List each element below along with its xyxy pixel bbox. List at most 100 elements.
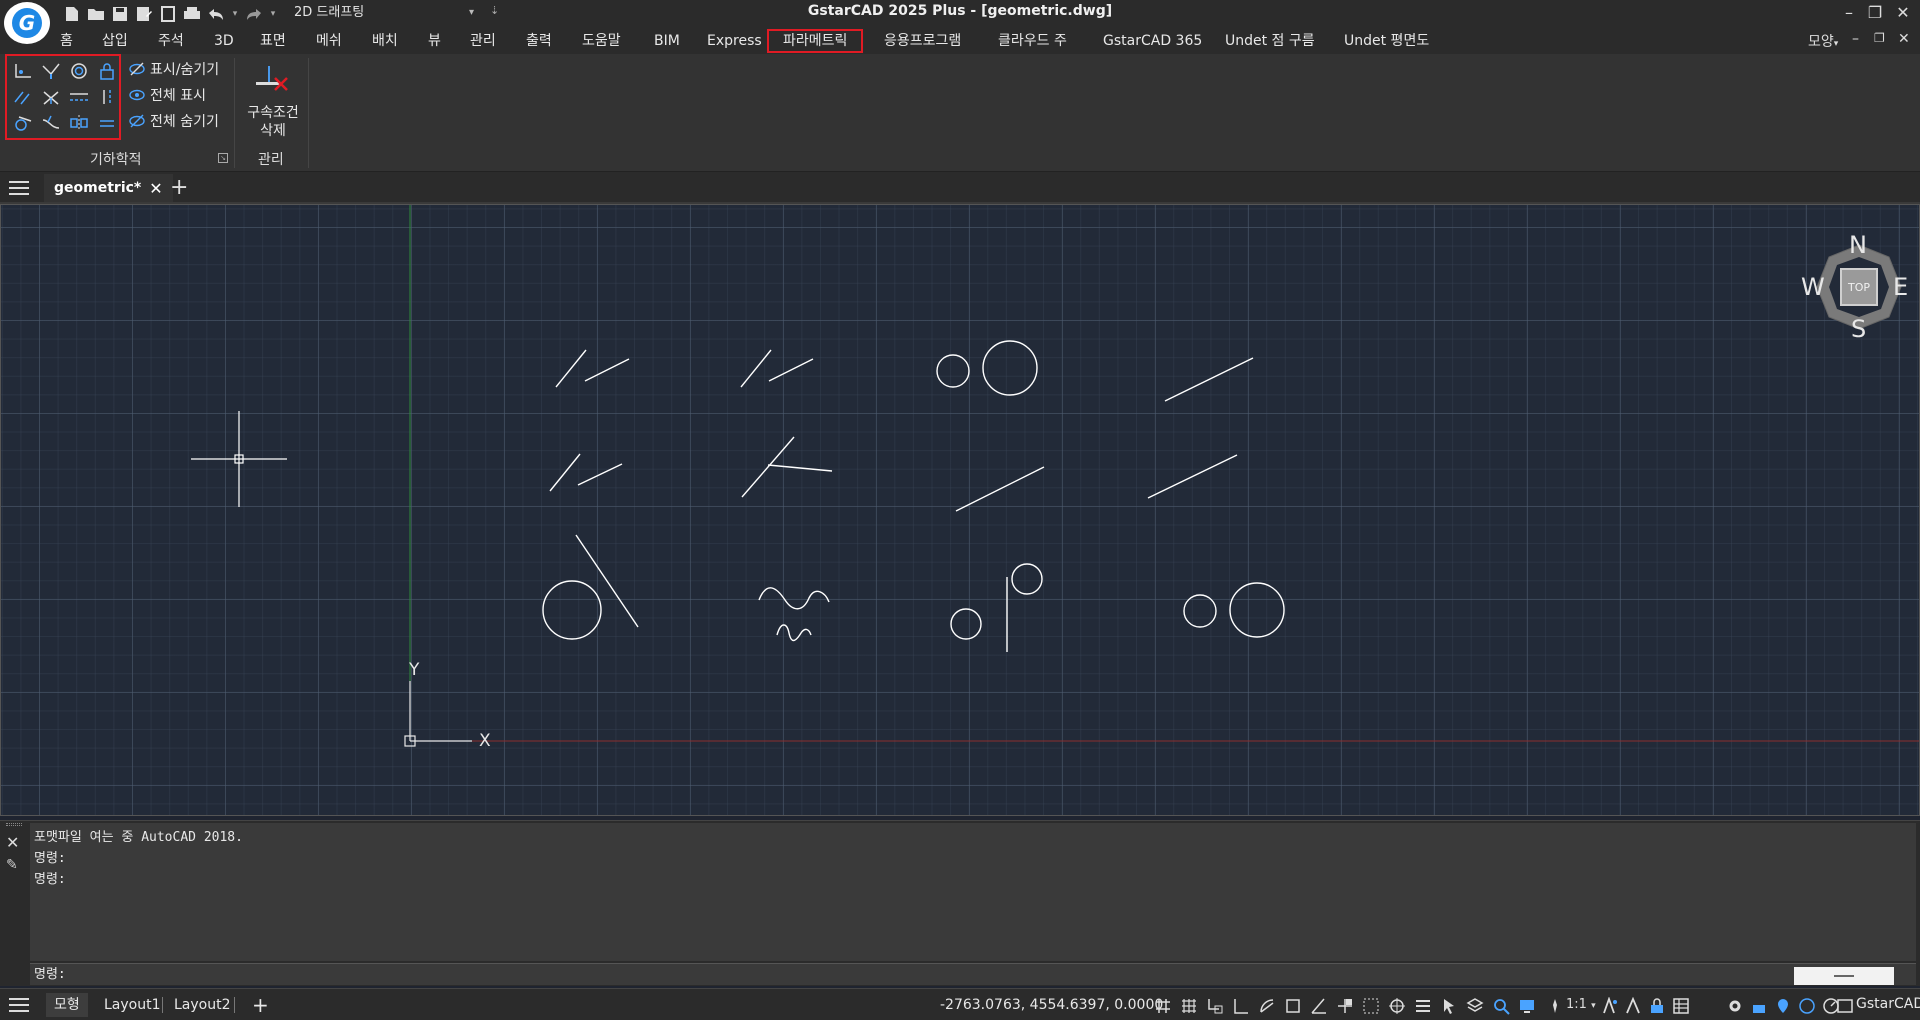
save-as-button[interactable] bbox=[134, 4, 154, 24]
command-scroll-widget[interactable] bbox=[1794, 967, 1894, 985]
customize-qat-icon[interactable]: ⇣ bbox=[490, 4, 499, 17]
fix-constraint-button[interactable] bbox=[95, 60, 119, 82]
tab-cloud[interactable]: 클라우드 주 bbox=[998, 31, 1067, 51]
smooth-constraint-button[interactable] bbox=[39, 112, 63, 134]
lock-ui-icon[interactable] bbox=[1648, 997, 1666, 1015]
new-file-button[interactable] bbox=[62, 4, 82, 24]
model-tab[interactable]: 모형 bbox=[46, 993, 88, 1017]
add-layout-button[interactable]: + bbox=[244, 993, 277, 1017]
tab-view[interactable]: 뷰 bbox=[428, 31, 441, 51]
tab-layout[interactable]: 배치 bbox=[372, 31, 398, 51]
show-hide-constraints-button[interactable]: 표시/숨기기 bbox=[128, 58, 219, 80]
redo-button[interactable] bbox=[244, 4, 264, 24]
tangent-constraint-button[interactable] bbox=[11, 112, 35, 134]
status-menu-button[interactable] bbox=[8, 997, 30, 1017]
equal-constraint-button[interactable] bbox=[95, 112, 119, 134]
undo-button[interactable] bbox=[206, 4, 226, 24]
tab-manage[interactable]: 관리 bbox=[470, 31, 496, 51]
tab-gstarcad-365[interactable]: GstarCAD 365 bbox=[1103, 31, 1202, 51]
dynamic-ucs-icon[interactable] bbox=[1362, 997, 1380, 1015]
panel-launcher-icon[interactable]: ↘ bbox=[218, 153, 228, 163]
tab-apps[interactable]: 응용프로그램 bbox=[884, 31, 961, 51]
appearance-menu[interactable]: 모양▾ bbox=[1808, 31, 1838, 51]
dynamic-input-icon[interactable] bbox=[1388, 997, 1406, 1015]
tab-insert[interactable]: 삽입 bbox=[102, 31, 128, 51]
tab-parametric[interactable]: 파라메트릭 bbox=[767, 29, 864, 53]
grid-snap-icon[interactable] bbox=[1154, 997, 1172, 1015]
coordinate-readout[interactable]: -2763.0763, 4554.6397, 0.0000 bbox=[940, 997, 1163, 1013]
ortho-icon[interactable] bbox=[1232, 997, 1250, 1015]
vertical-constraint-button[interactable] bbox=[95, 86, 119, 108]
grip-icon[interactable] bbox=[6, 823, 22, 826]
perpendicular-constraint-button[interactable] bbox=[39, 86, 63, 108]
document-tab[interactable]: geometric* ✕ bbox=[44, 174, 173, 202]
coincident-constraint-button[interactable] bbox=[11, 60, 35, 82]
command-input[interactable]: 명령: bbox=[30, 963, 1916, 985]
command-settings-icon[interactable]: ✎ bbox=[6, 857, 18, 873]
snap-tracking-icon[interactable] bbox=[1336, 997, 1354, 1015]
tab-bim[interactable]: BIM bbox=[654, 31, 680, 51]
grid-table-icon[interactable] bbox=[1672, 997, 1690, 1015]
isolate-objects-icon[interactable] bbox=[1798, 997, 1816, 1015]
horizontal-constraint-button[interactable] bbox=[67, 86, 91, 108]
annotation-visibility-icon[interactable] bbox=[1600, 997, 1618, 1015]
tab-help[interactable]: 도움말 bbox=[582, 31, 621, 51]
redo-dropdown[interactable]: ▾ bbox=[268, 4, 278, 24]
workspace-dropdown[interactable]: 2D 드래프팅 ▾ bbox=[290, 2, 476, 24]
compass-east[interactable]: E bbox=[1893, 273, 1908, 301]
tab-mesh[interactable]: 메쉬 bbox=[316, 31, 342, 51]
open-file-button[interactable] bbox=[86, 4, 106, 24]
tab-undet-floorplan[interactable]: Undet 평면도 bbox=[1344, 31, 1429, 51]
object-snap-icon[interactable] bbox=[1284, 997, 1302, 1015]
compass-south[interactable]: S bbox=[1851, 315, 1866, 343]
print-button[interactable] bbox=[182, 4, 202, 24]
gear-icon[interactable] bbox=[1726, 997, 1744, 1015]
app-menu-button[interactable]: G bbox=[4, 2, 50, 44]
polar-tracking-icon[interactable] bbox=[1258, 997, 1276, 1015]
layout1-tab[interactable]: Layout1 bbox=[96, 993, 169, 1017]
monitor-icon[interactable] bbox=[1518, 997, 1536, 1015]
doc-restore-button[interactable]: ❐ bbox=[1874, 31, 1885, 45]
viewcube-top-face[interactable]: TOP bbox=[1841, 281, 1877, 294]
close-button[interactable]: ✕ bbox=[1890, 0, 1916, 26]
annotation-scale-icon[interactable] bbox=[1546, 997, 1564, 1015]
tab-output[interactable]: 출력 bbox=[526, 31, 552, 51]
quick-properties-icon[interactable] bbox=[1492, 997, 1510, 1015]
selection-cycling-icon[interactable] bbox=[1440, 997, 1458, 1015]
close-tab-icon[interactable]: ✕ bbox=[149, 179, 162, 198]
drawing-canvas[interactable]: Y X N S E W TOP bbox=[0, 204, 1920, 816]
collinear-constraint-button[interactable] bbox=[39, 60, 63, 82]
hide-all-constraints-button[interactable]: 전체 숨기기 bbox=[128, 110, 219, 132]
auto-scale-icon[interactable] bbox=[1624, 997, 1642, 1015]
doc-close-button[interactable]: ✕ bbox=[1898, 31, 1910, 47]
lineweight-icon[interactable] bbox=[1414, 997, 1432, 1015]
file-tab-menu-button[interactable] bbox=[8, 180, 30, 200]
tab-express[interactable]: Express bbox=[707, 31, 762, 51]
tab-undet-point-cloud[interactable]: Undet 점 구름 bbox=[1225, 31, 1315, 51]
save-button[interactable] bbox=[110, 4, 130, 24]
viewcube[interactable]: N S E W TOP bbox=[1801, 231, 1911, 343]
tab-home[interactable]: 홈 bbox=[60, 31, 73, 51]
grid-display-icon[interactable] bbox=[1180, 997, 1198, 1015]
annotation-scale-dropdown[interactable]: 1:1 ▾ bbox=[1566, 997, 1596, 1012]
layout2-tab[interactable]: Layout2 bbox=[166, 993, 239, 1017]
plot-preview-button[interactable] bbox=[158, 4, 178, 24]
compass-west[interactable]: W bbox=[1801, 273, 1825, 301]
infer-constraints-icon[interactable] bbox=[1206, 997, 1224, 1015]
doc-minimize-button[interactable]: – bbox=[1852, 31, 1859, 47]
tab-3d[interactable]: 3D bbox=[214, 31, 234, 51]
minimize-button[interactable]: – bbox=[1836, 0, 1862, 26]
workspace-lock-icon[interactable] bbox=[1750, 997, 1768, 1015]
undo-dropdown[interactable]: ▾ bbox=[230, 4, 240, 24]
compass-north[interactable]: N bbox=[1849, 231, 1867, 259]
parallel-constraint-button[interactable] bbox=[11, 86, 35, 108]
concentric-constraint-button[interactable] bbox=[67, 60, 91, 82]
location-pin-icon[interactable] bbox=[1774, 997, 1792, 1015]
symmetric-constraint-button[interactable] bbox=[67, 112, 91, 134]
new-tab-button[interactable]: + bbox=[170, 177, 188, 199]
tab-annotate[interactable]: 주석 bbox=[158, 31, 184, 51]
delete-constraints-button[interactable]: 구속조건 삭제 bbox=[240, 56, 306, 144]
layers-icon[interactable] bbox=[1466, 997, 1484, 1015]
angle-snap-icon[interactable] bbox=[1310, 997, 1328, 1015]
restore-button[interactable]: ❐ bbox=[1862, 0, 1888, 26]
